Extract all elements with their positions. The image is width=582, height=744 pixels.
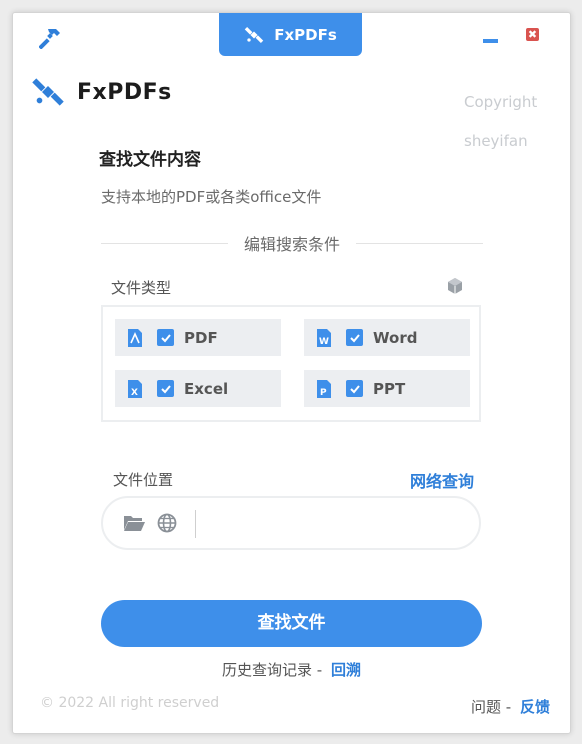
satellite-icon xyxy=(244,26,264,43)
file-type-excel[interactable]: X Excel xyxy=(115,370,281,407)
file-type-label: 文件类型 xyxy=(111,279,172,297)
feedback-text: 问题 - xyxy=(471,698,512,716)
satellite-logo-icon xyxy=(32,78,64,106)
file-type-ppt[interactable]: P PPT xyxy=(304,370,470,407)
divider-line-left xyxy=(101,242,228,244)
section-divider: 编辑搜索条件 xyxy=(101,231,484,255)
checkmark-icon xyxy=(160,384,171,393)
ppt-label: PPT xyxy=(373,379,406,398)
network-search-link[interactable]: 网络查询 xyxy=(410,468,474,492)
divider-line-right xyxy=(356,242,484,244)
ppt-file-icon: P xyxy=(317,379,331,398)
footer-copyright: © 2022 All right reserved xyxy=(40,695,220,711)
history-text: 历史查询记录 - xyxy=(222,661,323,679)
history-row: 历史查询记录 - 回溯 xyxy=(13,659,570,680)
author-line: sheyifan xyxy=(464,132,528,150)
hammer-icon[interactable] xyxy=(39,25,63,49)
title-tab: FxPDFs xyxy=(219,13,362,56)
copyright-line: Copyright xyxy=(464,93,538,111)
page-title: 查找文件内容 xyxy=(99,150,201,170)
file-type-word[interactable]: W Word xyxy=(304,319,470,356)
section-title: 编辑搜索条件 xyxy=(244,235,341,254)
brand: FxPDFs xyxy=(31,75,172,109)
word-label: Word xyxy=(373,328,418,347)
cube-icon[interactable] xyxy=(445,276,465,296)
window-title: FxPDFs xyxy=(274,25,337,44)
word-file-icon: W xyxy=(317,328,331,347)
excel-file-icon: X xyxy=(128,379,142,398)
file-location-label: 文件位置 xyxy=(113,471,174,489)
path-input[interactable] xyxy=(195,510,476,538)
close-button[interactable]: ✖ xyxy=(526,28,539,41)
svg-text:X: X xyxy=(131,388,138,398)
pdf-label: PDF xyxy=(184,328,218,347)
path-field xyxy=(101,496,481,550)
app-window: FxPDFs ✖ FxPDFs Copyright sheyifan 查找文件内… xyxy=(12,12,571,734)
checkmark-icon xyxy=(160,333,171,342)
file-types-panel: PDF W Word X Excel P PPT xyxy=(101,305,481,422)
globe-icon[interactable] xyxy=(157,513,177,533)
checkmark-icon xyxy=(349,384,360,393)
folder-open-icon[interactable] xyxy=(123,514,145,532)
excel-checkbox[interactable] xyxy=(157,380,174,397)
pdf-checkbox[interactable] xyxy=(157,329,174,346)
pdf-file-icon xyxy=(128,328,142,347)
word-checkbox[interactable] xyxy=(346,329,363,346)
search-files-button[interactable]: 查找文件 xyxy=(101,600,482,647)
svg-text:P: P xyxy=(320,388,327,398)
page-subtitle: 支持本地的PDF或各类office文件 xyxy=(101,188,322,206)
history-link[interactable]: 回溯 xyxy=(331,661,361,679)
feedback-row: 问题 - 反馈 xyxy=(471,696,550,717)
minimize-button[interactable] xyxy=(480,31,500,49)
ppt-checkbox[interactable] xyxy=(346,380,363,397)
feedback-link[interactable]: 反馈 xyxy=(520,698,550,716)
side-copyright: Copyright sheyifan xyxy=(464,83,537,161)
svg-text:W: W xyxy=(319,337,329,347)
checkmark-icon xyxy=(349,333,360,342)
brand-name: FxPDFs xyxy=(77,79,172,105)
excel-label: Excel xyxy=(184,379,229,398)
file-type-pdf[interactable]: PDF xyxy=(115,319,281,356)
